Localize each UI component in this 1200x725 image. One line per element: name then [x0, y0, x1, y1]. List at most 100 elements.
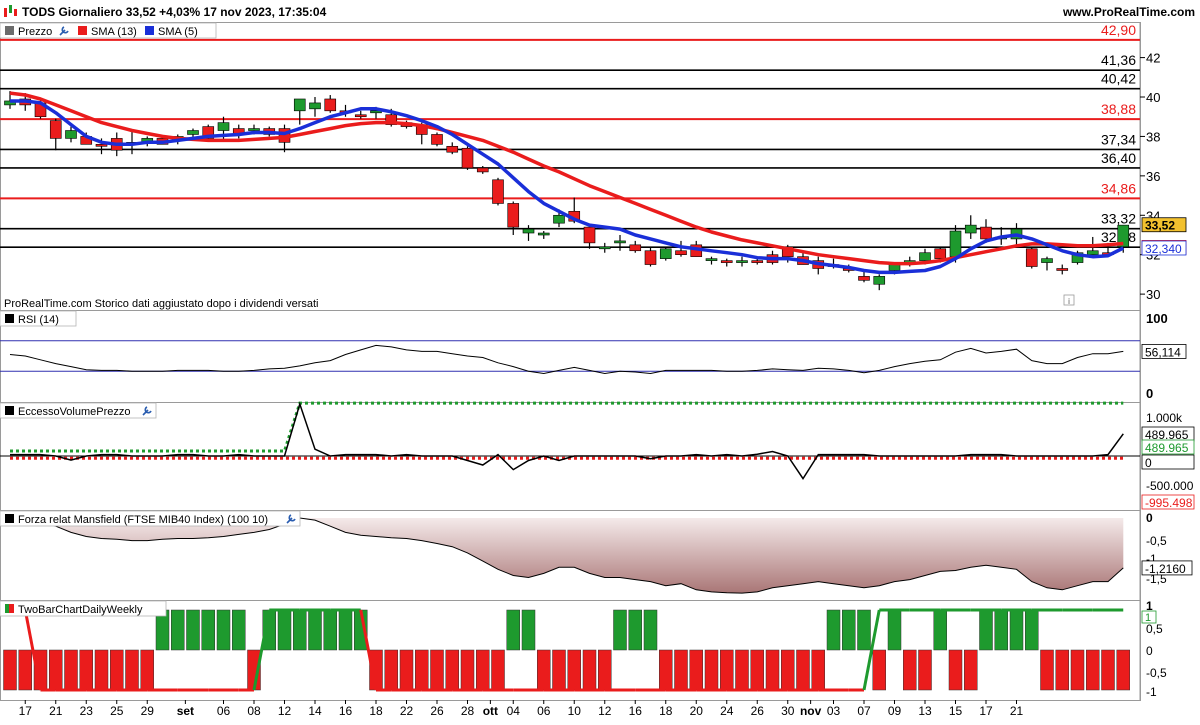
x-tick-label: 17: [19, 704, 33, 718]
daily-bar-down: [872, 649, 886, 691]
site-link[interactable]: www.ProRealTime.com: [1062, 5, 1195, 19]
candle-down: [1025, 248, 1038, 267]
level-label: 36,40: [1101, 150, 1136, 166]
daily-bar-down: [704, 649, 719, 691]
candle-down: [644, 250, 657, 265]
daily-bar-up: [628, 609, 642, 651]
x-tick-label: 29: [141, 704, 155, 718]
candle-down: [583, 226, 596, 244]
vol-label-1000k: 1.000k: [1146, 411, 1183, 425]
daily-bar-down: [781, 649, 795, 691]
candle-up: [187, 130, 199, 135]
daily-bar-down: [476, 649, 490, 691]
x-tick-label: 10: [568, 704, 582, 718]
panel-frames: [0, 22, 1141, 701]
chart-canvas: TODS Giornaliero 33,52 +4,03% 17 nov 202…: [0, 0, 1200, 718]
candle-up: [553, 214, 565, 224]
daily-bar-down: [1070, 649, 1085, 691]
rsi-value: 56,114: [1145, 345, 1181, 359]
daily-bar-down: [18, 649, 32, 691]
sma5-swatch: [145, 26, 154, 35]
daily-bar-down: [903, 649, 917, 691]
x-axis: 17 21 23 25 29 set 06 08 12 14 16 18 22 26 28 ott 04 06 10…: [19, 700, 1024, 718]
candle-down: [629, 244, 642, 252]
daily-bar-up: [979, 609, 993, 651]
x-tick-label: 21: [1010, 704, 1024, 718]
daily-bar-up: [521, 609, 536, 651]
candle-down: [431, 134, 443, 145]
daily-bar-up: [308, 609, 322, 651]
daily-bar-down: [689, 649, 703, 691]
x-tick-label: 16: [339, 704, 353, 718]
candle-up: [736, 260, 748, 263]
x-tick-label: 17: [979, 704, 993, 718]
daily-bar-down: [399, 649, 414, 691]
daily-bar-up: [887, 609, 902, 651]
candle-down: [858, 276, 870, 281]
x-tick-label: 12: [598, 704, 612, 718]
daily-bar-down: [811, 649, 825, 691]
x-tick-label: 20: [690, 704, 704, 718]
candle-down: [446, 145, 459, 153]
candle-up: [309, 102, 321, 110]
x-tick-label: nov: [800, 704, 822, 718]
x-tick-label: 23: [80, 704, 94, 718]
candle-up: [65, 130, 77, 139]
candle-up: [659, 248, 672, 259]
price-panel: 3032343638404242,9041,3640,4238,8837,343…: [0, 22, 1187, 302]
chart-window: TODS Giornaliero 33,52 +4,03% 17 nov 202…: [0, 0, 1200, 720]
daily-bar-down: [674, 649, 688, 691]
daily-bar-up: [201, 609, 215, 651]
candle-down: [934, 248, 947, 259]
price-ytick-label: 38: [1146, 129, 1160, 144]
candle-down: [751, 260, 764, 263]
chart-title: TODS Giornaliero 33,52 +4,03% 17 nov 202…: [22, 5, 327, 19]
twobar-panel: 10,50-0,5-11: [3, 599, 1167, 699]
candle-down: [507, 203, 520, 228]
legend-sma13: SMA (13): [91, 26, 137, 38]
daily-bar-up: [1025, 609, 1039, 651]
daily-bar-up: [216, 609, 231, 651]
daily-bar-down: [384, 649, 398, 691]
vol-legend-label: EccessoVolumePrezzo: [18, 406, 131, 418]
rsi-panel: 100 0 56,114: [0, 311, 1187, 401]
daily-bar-up: [277, 609, 292, 651]
daily-bar-down: [598, 649, 612, 691]
level-label: 41,36: [1101, 52, 1136, 68]
price-ytick-label: 42: [1146, 51, 1160, 66]
candle-up: [1041, 258, 1053, 263]
daily-bar-down: [140, 649, 154, 691]
candle-up: [919, 252, 931, 261]
level-label: 33,32: [1101, 211, 1136, 227]
candle-down: [461, 147, 474, 169]
level-label: 42,90: [1101, 22, 1136, 38]
daily-bar-down: [948, 649, 963, 691]
vol-legend[interactable]: EccessoVolumePrezzo: [0, 402, 157, 419]
rsi-legend[interactable]: RSI (14): [0, 310, 77, 327]
two-legend[interactable]: TwoBarChartDailyWeekly: [0, 600, 167, 617]
daily-bar-up: [186, 609, 200, 651]
x-tick-label: 08: [247, 704, 261, 718]
price-legend[interactable]: Prezzo SMA (13) SMA (5): [0, 22, 217, 39]
daily-bar-down: [1055, 649, 1069, 691]
x-tick-label: 24: [720, 704, 734, 718]
level-label: 34,86: [1101, 180, 1136, 196]
candle-down: [980, 226, 992, 240]
info-icon[interactable]: i: [1063, 294, 1075, 306]
daily-bar-down: [445, 649, 459, 691]
candle-up: [217, 122, 230, 131]
daily-bar-down: [796, 649, 810, 691]
daily-bar-down: [1116, 649, 1130, 691]
x-tick-label: set: [177, 704, 194, 718]
price-ytick-label: 36: [1146, 169, 1160, 184]
mans-legend[interactable]: Forza relat Mansfield (FTSE MIB40 Index)…: [0, 510, 301, 527]
svg-text:i: i: [1068, 297, 1070, 306]
daily-bar-down: [659, 649, 673, 691]
vol-label-500k: -500.000: [1146, 479, 1194, 493]
daily-bar-down: [491, 649, 505, 691]
mans-ytick-label: 0: [1146, 511, 1153, 525]
volume-excess-panel: 1.000k-500.000489.965489.9650-995.498: [0, 401, 1195, 510]
candle-down: [1056, 268, 1069, 271]
vol-value: 489.965: [1145, 441, 1189, 455]
candle-down: [476, 167, 489, 173]
